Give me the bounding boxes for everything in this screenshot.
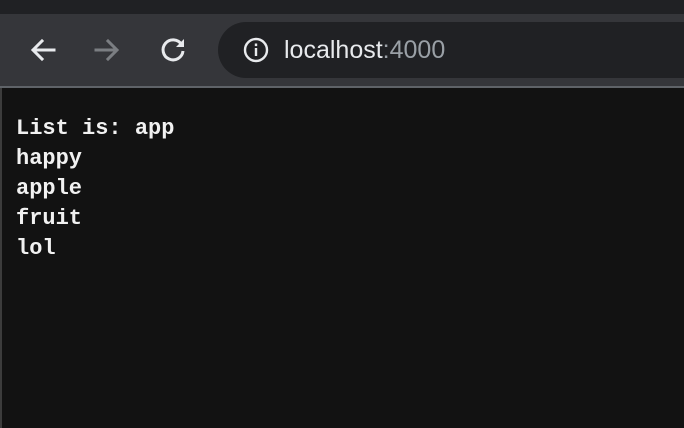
info-icon[interactable]	[242, 36, 270, 64]
browser-window: localhost:4000 List is: app happy apple …	[0, 0, 684, 428]
reload-icon	[161, 38, 185, 62]
page-content: List is: app happy apple fruit lol	[16, 114, 174, 264]
forward-arrow-icon	[94, 38, 120, 62]
window-edge	[0, 88, 2, 428]
list-item: fruit	[16, 206, 83, 231]
back-arrow-icon	[30, 38, 56, 62]
back-button[interactable]	[15, 22, 71, 78]
toolbar-divider	[0, 86, 684, 88]
reload-button[interactable]	[145, 22, 201, 78]
forward-button[interactable]	[79, 22, 135, 78]
list-item: happy	[16, 146, 83, 171]
address-host: localhost	[284, 36, 383, 64]
list-item: lol	[16, 236, 56, 261]
address-port: :4000	[382, 36, 446, 64]
address-url[interactable]: localhost:4000	[284, 22, 445, 78]
list-header-line: List is: app	[16, 116, 175, 141]
tab-strip	[0, 0, 684, 14]
address-bar[interactable]: localhost:4000	[218, 22, 684, 78]
list-item: apple	[16, 176, 83, 201]
